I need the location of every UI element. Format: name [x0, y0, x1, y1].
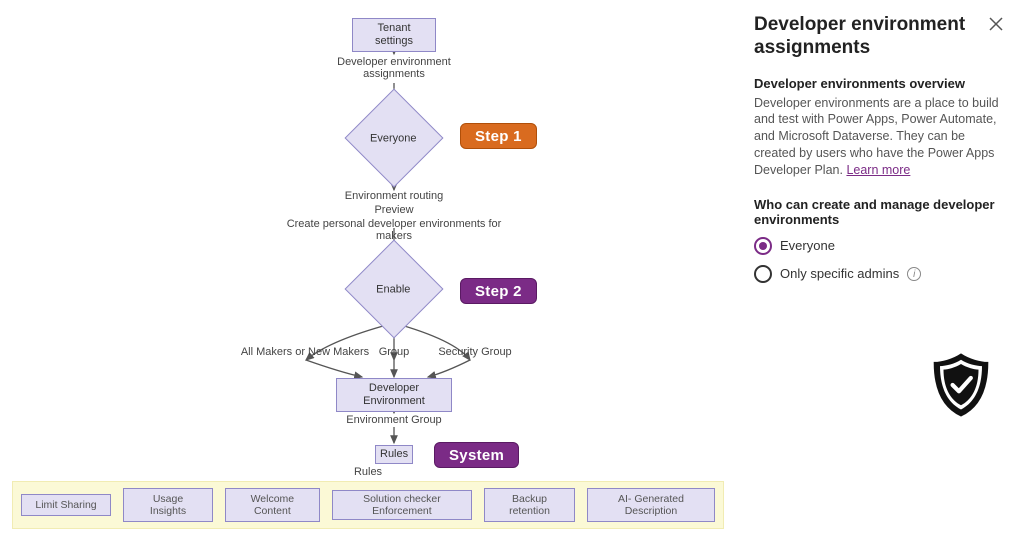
edge-label-dev-env-assignments: Developer environment assignments	[330, 56, 458, 80]
close-button[interactable]	[986, 14, 1006, 34]
side-panel: Developer environment assignments Develo…	[744, 0, 1024, 535]
info-icon[interactable]: i	[907, 267, 921, 281]
rules-title: Rules	[13, 466, 723, 478]
edge-label-preview: Preview	[340, 204, 448, 216]
rule-chip: AI- Generated Description	[587, 488, 715, 522]
shield-icon	[926, 350, 996, 420]
rule-chip: Usage Insights	[123, 488, 213, 522]
close-icon	[986, 14, 1006, 34]
radio-option-admins[interactable]: Only specific admins i	[754, 265, 1006, 283]
diamond-label: Enable	[359, 255, 427, 325]
rule-chip: Welcome Content	[225, 488, 320, 522]
node-rules: Rules	[375, 445, 413, 464]
diamond-label: Everyone	[359, 104, 427, 174]
branch-label-security-group: Security Group	[430, 346, 520, 358]
node-enable-diamond: Enable	[359, 254, 429, 324]
edge-label-env-routing: Environment routing	[340, 190, 448, 202]
label-text: Environment Group	[346, 414, 441, 426]
label-text: Security Group	[438, 346, 511, 358]
label-text: Developer environment assignments	[337, 56, 451, 80]
label-text: Group	[379, 346, 410, 358]
rule-chip: Limit Sharing	[21, 494, 111, 516]
edge-label-env-group: Environment Group	[342, 414, 446, 426]
radio-icon	[754, 237, 772, 255]
callout-step-2: Step 2	[460, 278, 537, 304]
callout-step-1: Step 1	[460, 123, 537, 149]
label-text: Preview	[374, 204, 413, 216]
label-text: Create personal developer environments f…	[287, 218, 502, 242]
radio-label: Everyone	[780, 238, 835, 253]
overview-body: Developer environments are a place to bu…	[754, 95, 1006, 179]
label-text: All Makers or New Makers	[241, 346, 369, 358]
flow-diagram: Tenant settings Developer environment as…	[0, 0, 740, 535]
who-heading: Who can create and manage developer envi…	[754, 197, 1006, 227]
rule-chip: Backup retention	[484, 488, 575, 522]
radio-label: Only specific admins	[780, 266, 899, 281]
node-everyone-diamond: Everyone	[359, 103, 429, 173]
rules-band: Rules Limit Sharing Usage Insights Welco…	[12, 481, 724, 529]
rule-chip: Solution checker Enforcement	[332, 490, 472, 520]
node-label: Tenant settings	[375, 22, 413, 47]
radio-icon	[754, 265, 772, 283]
node-label: Rules	[380, 448, 408, 460]
overview-heading: Developer environments overview	[754, 76, 1006, 91]
radio-group: Everyone Only specific admins i	[754, 237, 1006, 283]
node-developer-environment: Developer Environment	[336, 378, 452, 412]
callout-system: System	[434, 442, 519, 468]
radio-option-everyone[interactable]: Everyone	[754, 237, 1006, 255]
branch-label-group: Group	[374, 346, 414, 358]
branch-label-all-makers: All Makers or New Makers	[240, 346, 370, 358]
rules-row: Limit Sharing Usage Insights Welcome Con…	[13, 482, 723, 528]
node-label: Developer Environment	[363, 382, 425, 407]
panel-title: Developer environment assignments	[754, 14, 978, 60]
node-tenant-settings: Tenant settings	[352, 18, 436, 52]
learn-more-link[interactable]: Learn more	[846, 163, 910, 177]
label-text: Environment routing	[345, 190, 443, 202]
